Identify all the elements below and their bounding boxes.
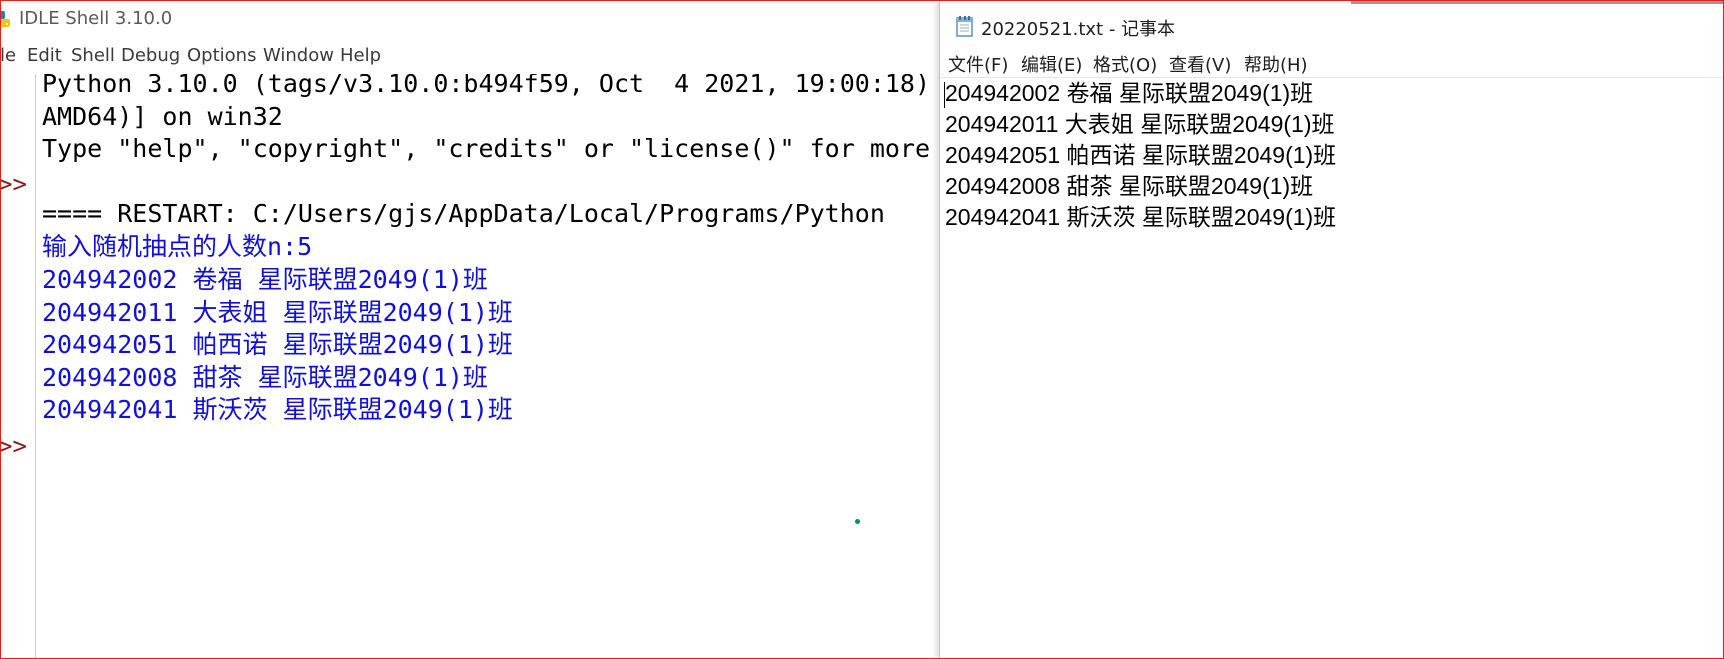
notepad-titlebar[interactable]: 20220521.txt - 记事本	[940, 8, 1724, 44]
menu-edit[interactable]: Edit	[27, 45, 62, 66]
python-icon	[0, 10, 12, 28]
shell-output-line: 204942011 大表姐 星际联盟2049(1)班	[42, 298, 513, 327]
shell-output-line: 204942008 甜茶 星际联盟2049(1)班	[42, 363, 488, 392]
notepad-line: 204942041 斯沃茨 星际联盟2049(1)班	[945, 204, 1337, 230]
shell-output-line: 204942002 卷福 星际联盟2049(1)班	[42, 265, 488, 294]
shell-banner-line: AMD64)] on win32	[42, 102, 283, 131]
notepad-line: 204942011 大表姐 星际联盟2049(1)班	[945, 111, 1335, 137]
menu-file[interactable]: le	[0, 45, 16, 66]
menu-view[interactable]: 查看(V)	[1169, 51, 1231, 77]
shell-restart-line: ==== RESTART: C:/Users/gjs/AppData/Local…	[42, 199, 885, 228]
notepad-line: 204942008 甜茶 星际联盟2049(1)班	[945, 173, 1314, 199]
idle-shell-window: IDLE Shell 3.10.0 le Edit Shell Debug Op…	[0, 0, 940, 659]
window-edge	[1351, 0, 1724, 4]
menu-window[interactable]: Window	[263, 45, 334, 66]
idle-window-title: IDLE Shell 3.10.0	[19, 8, 173, 29]
menu-format[interactable]: 格式(O)	[1093, 51, 1157, 77]
idle-menubar: le Edit Shell Debug Options Window Help	[0, 42, 940, 72]
shell-output-line: 204942041 斯沃茨 星际联盟2049(1)班	[42, 395, 513, 424]
mouse-cursor-dot	[855, 519, 860, 524]
menu-edit[interactable]: 编辑(E)	[1021, 51, 1082, 77]
notepad-icon	[955, 15, 975, 37]
menu-file[interactable]: 文件(F)	[948, 51, 1008, 77]
shell-output-line: 204942051 帕西诺 星际联盟2049(1)班	[42, 330, 513, 359]
menu-debug[interactable]: Debug	[121, 45, 180, 66]
menu-options[interactable]: Options	[187, 45, 256, 66]
notepad-window: 20220521.txt - 记事本 文件(F) 编辑(E) 格式(O) 查看(…	[939, 0, 1724, 659]
shell-banner-line: Python 3.10.0 (tags/v3.10.0:b494f59, Oct…	[42, 74, 931, 98]
notepad-text-area[interactable]: 204942002 卷福 星际联盟2049(1)班 204942011 大表姐 …	[940, 79, 1724, 659]
notepad-line: 204942051 帕西诺 星际联盟2049(1)班	[945, 142, 1337, 168]
shell-prompt: >>	[0, 170, 27, 198]
shell-banner-line: Type "help", "copyright", "credits" or "…	[42, 134, 931, 163]
shell-input-prompt-line: 输入随机抽点的人数n:5	[42, 232, 313, 261]
notepad-menubar: 文件(F) 编辑(E) 格式(O) 查看(V) 帮助(H)	[940, 49, 1724, 78]
notepad-window-title: 20220521.txt - 记事本	[981, 19, 1176, 40]
shell-output-area[interactable]: Python 3.10.0 (tags/v3.10.0:b494f59, Oct…	[42, 74, 940, 659]
menu-help[interactable]: 帮助(H)	[1244, 51, 1308, 77]
menu-shell[interactable]: Shell	[71, 45, 115, 66]
shell-prompt: >>	[0, 432, 27, 460]
shell-prompt-gutter: >> >>	[0, 74, 36, 659]
idle-titlebar[interactable]: IDLE Shell 3.10.0	[0, 0, 940, 38]
menu-help[interactable]: Help	[340, 45, 381, 66]
notepad-line: 204942002 卷福 星际联盟2049(1)班	[945, 80, 1314, 106]
